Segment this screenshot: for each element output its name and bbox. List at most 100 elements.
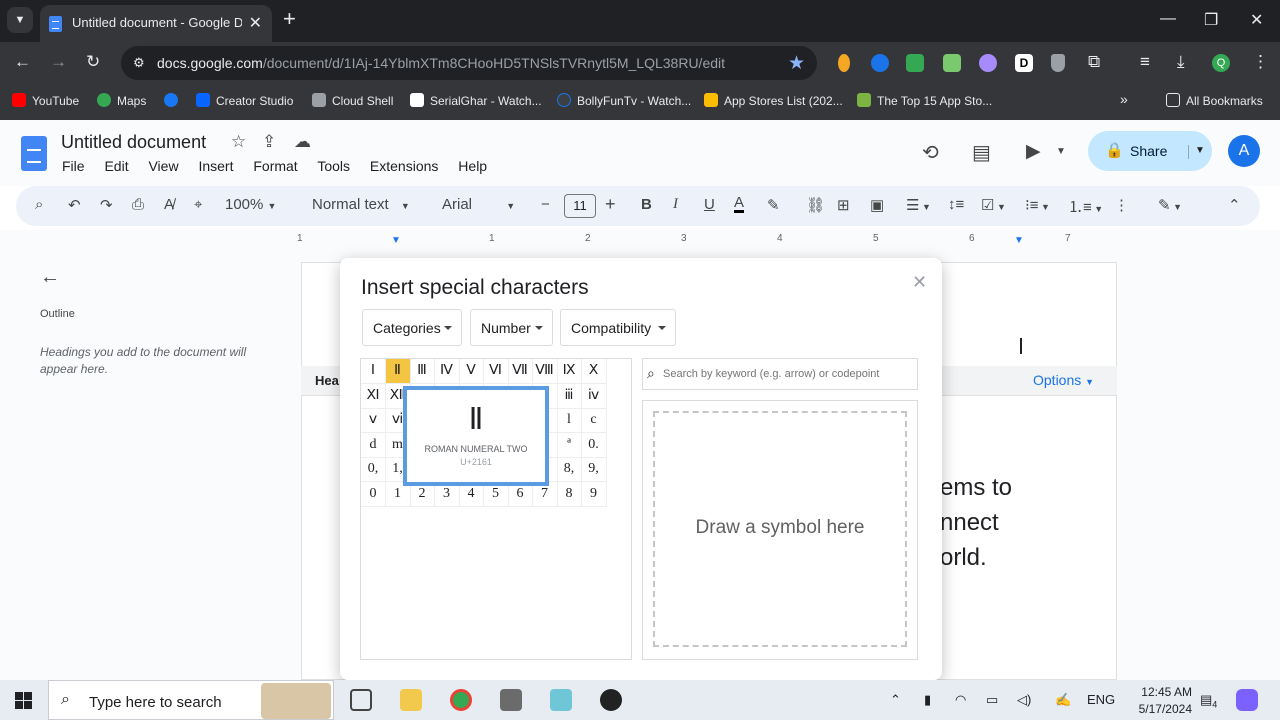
draw-area[interactable]: Draw a symbol here (653, 411, 907, 647)
underline-icon[interactable]: U (704, 196, 715, 213)
menu-tools[interactable]: Tools (317, 158, 350, 174)
copilot-icon[interactable] (1236, 689, 1258, 711)
reload-icon[interactable]: ↻ (86, 53, 100, 71)
account-avatar[interactable]: A (1228, 135, 1260, 167)
character-cell[interactable]: d (361, 432, 386, 458)
meet-icon[interactable]: ▶ (1026, 140, 1041, 163)
character-cell[interactable]: ⅳ (581, 383, 607, 409)
bookmark-maps[interactable]: Maps (97, 93, 146, 108)
volume-icon[interactable]: ◁) (1017, 692, 1031, 708)
media-controls-icon[interactable]: ≡ (1140, 53, 1150, 71)
cloud-saved-icon[interactable]: ☁ (294, 132, 311, 152)
character-cell[interactable]: 9 (581, 481, 607, 507)
extension-icon[interactable] (838, 54, 850, 72)
character-cell[interactable]: l (557, 408, 582, 433)
app-icon[interactable] (550, 689, 572, 711)
character-cell[interactable]: 9, (581, 457, 607, 482)
font-select[interactable]: Arial ▼ (442, 196, 515, 213)
star-icon[interactable]: ☆ (231, 132, 246, 152)
text-color-icon[interactable]: A (734, 195, 745, 213)
character-cell[interactable]: c (581, 408, 607, 433)
battery-icon[interactable]: ▭ (986, 692, 998, 708)
extension-icon[interactable] (943, 54, 961, 72)
bookmark-bollyfuntv[interactable]: BollyFunTv - Watch... (557, 93, 691, 108)
file-explorer-icon[interactable] (400, 689, 422, 711)
microphone-icon[interactable]: ▮ (924, 692, 931, 708)
window-close-icon[interactable]: ✕ (1250, 10, 1263, 30)
character-cell[interactable]: 8, (557, 457, 582, 482)
document-title[interactable]: Untitled document (61, 132, 206, 153)
character-cell[interactable]: Ⅴ (459, 359, 484, 384)
menu-format[interactable]: Format (253, 158, 297, 174)
menu-help[interactable]: Help (458, 158, 487, 174)
options-menu[interactable]: Options ▼ (1033, 372, 1094, 388)
style-select[interactable]: Normal text ▼ (312, 196, 410, 213)
network-icon[interactable]: ◠ (955, 692, 966, 708)
hide-menus-icon[interactable]: ⌃ (1228, 196, 1241, 214)
shield-extension-icon[interactable] (1051, 54, 1065, 72)
italic-icon[interactable]: I (673, 196, 678, 213)
character-cell[interactable]: ⅴ (361, 408, 386, 433)
highlight-icon[interactable]: ✎ (767, 196, 780, 214)
bold-icon[interactable]: B (641, 196, 652, 213)
character-cell[interactable]: ª (557, 432, 582, 458)
align-icon[interactable]: ☰ ▼ (906, 196, 931, 214)
character-cell[interactable]: Ⅹ (581, 359, 607, 384)
share-dropdown-icon[interactable]: ▼ (1188, 145, 1205, 159)
minimize-icon[interactable]: — (1160, 10, 1176, 28)
docs-logo-icon[interactable] (21, 136, 47, 171)
clock[interactable]: 12:45 AM 5/17/2024 (1112, 684, 1192, 718)
compatibility-dropdown[interactable]: Compatibility (560, 309, 676, 346)
version-history-icon[interactable]: ⟲ (922, 140, 939, 165)
notifications-icon[interactable]: ▤4 (1200, 692, 1217, 710)
decrease-font-size-icon[interactable]: − (541, 196, 550, 213)
character-cell[interactable]: ⅲ (557, 383, 582, 409)
character-cell-selected[interactable]: Ⅱ (385, 359, 411, 384)
character-cell[interactable]: Ⅶ (508, 359, 533, 384)
character-cell[interactable]: 8 (557, 481, 582, 507)
restore-icon[interactable]: ❐ (1204, 10, 1218, 30)
right-indent-marker-icon[interactable]: ▼ (1014, 235, 1024, 246)
bookmark-youtube[interactable]: YouTube (12, 93, 79, 108)
zoom-select[interactable]: 100% ▼ (225, 196, 276, 213)
categories-dropdown[interactable]: Categories (362, 309, 462, 346)
bookmark-top-15-apps[interactable]: The Top 15 App Sto... (857, 93, 992, 108)
meet-dropdown-icon[interactable]: ▼ (1056, 146, 1066, 157)
app-icon[interactable] (500, 689, 522, 711)
new-tab-button[interactable]: + (283, 8, 296, 30)
show-hidden-icons[interactable]: ⌃ (890, 692, 901, 708)
chrome-menu-icon[interactable]: ⋮ (1252, 53, 1269, 71)
bulleted-list-icon[interactable]: ⁝≡ ▼ (1025, 196, 1050, 214)
spellcheck-icon[interactable]: A̸ (164, 196, 174, 213)
bookmark-cloud-shell[interactable]: Cloud Shell (312, 93, 393, 108)
extension-icon[interactable] (906, 54, 924, 72)
browser-tab-active[interactable]: Untitled document - Google Docs ✕ (40, 5, 272, 42)
more-bookmarks-icon[interactable]: » (1120, 91, 1128, 107)
app-icon[interactable] (600, 689, 622, 711)
downloads-icon[interactable]: ⤓ (1177, 53, 1185, 71)
extension-icon[interactable] (979, 54, 997, 72)
character-cell[interactable]: Ⅳ (434, 359, 460, 384)
extension-icon[interactable] (871, 54, 889, 72)
bookmark-facebook[interactable] (164, 93, 184, 108)
numbered-list-icon[interactable]: ⒈≡ ▼ (1068, 196, 1103, 217)
all-bookmarks[interactable]: All Bookmarks (1166, 93, 1263, 108)
menu-insert[interactable]: Insert (198, 158, 233, 174)
print-icon[interactable]: ⎙ (132, 196, 144, 213)
search-menus-icon[interactable]: ⌕ (35, 196, 43, 213)
character-cell[interactable]: Ⅲ (410, 359, 435, 384)
character-cell[interactable]: Ⅷ (532, 359, 558, 384)
paint-format-icon[interactable]: ⌖ (194, 196, 202, 213)
comments-icon[interactable]: ▤ (972, 140, 991, 165)
more-options-icon[interactable]: ⋮ (1114, 196, 1129, 214)
font-size-input[interactable]: 11 (564, 194, 596, 218)
redo-icon[interactable]: ↷ (100, 196, 113, 214)
character-cell[interactable]: Ⅸ (557, 359, 582, 384)
language-indicator[interactable]: ENG (1087, 692, 1115, 707)
profile-avatar[interactable]: Q (1212, 54, 1230, 72)
address-bar[interactable]: ⚙ docs.google.com/document/d/1IAj-14Yblm… (121, 46, 817, 80)
start-button[interactable] (15, 692, 32, 709)
undo-icon[interactable]: ↶ (68, 196, 81, 214)
tab-search-button[interactable]: ▼ (7, 7, 33, 33)
bookmark-app-stores[interactable]: App Stores List (202... (704, 93, 843, 108)
